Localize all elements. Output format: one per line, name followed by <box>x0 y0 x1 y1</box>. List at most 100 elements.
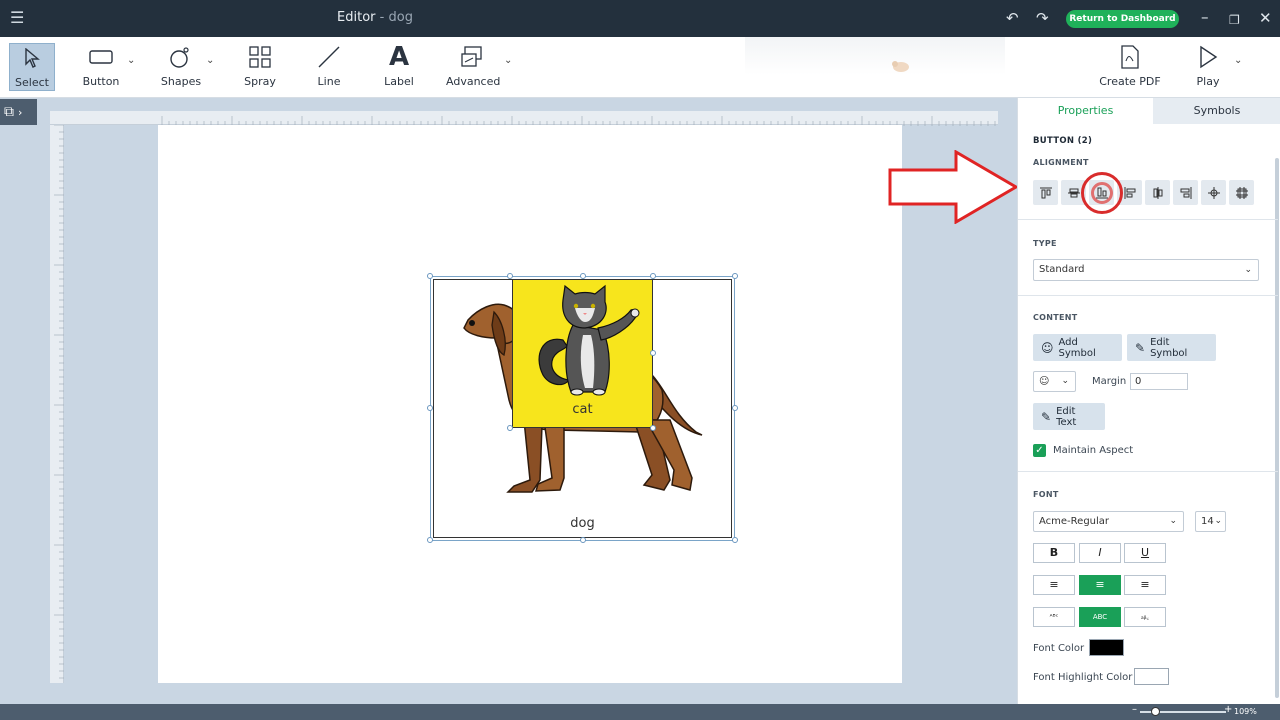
resize-handle-tl[interactable] <box>427 273 433 279</box>
undo-icon[interactable]: ↶ <box>1006 8 1019 28</box>
zoom-slider-knob[interactable] <box>1151 707 1160 716</box>
selection-heading: BUTTON (2) <box>1033 136 1093 146</box>
label-tool[interactable]: A Label <box>376 42 422 91</box>
zoom-out-icon[interactable]: – <box>1132 704 1137 715</box>
resize-handle-r[interactable] <box>732 405 738 411</box>
chevron-down-icon: ⌄ <box>1169 516 1177 526</box>
spray-tool-label: Spray <box>244 75 276 88</box>
content-heading: CONTENT <box>1033 313 1078 322</box>
resize-handle-t[interactable] <box>580 273 586 279</box>
font-family-value: Acme-Regular <box>1039 516 1110 527</box>
add-symbol-button[interactable]: ☺ Add Symbol <box>1033 334 1122 361</box>
font-color-swatch[interactable] <box>1089 639 1124 656</box>
button-chevron-down-icon[interactable]: ⌄ <box>127 55 135 66</box>
zoom-in-icon[interactable]: + <box>1224 704 1232 715</box>
resize-handle-bl[interactable] <box>427 537 433 543</box>
font-family-select[interactable]: Acme-Regular ⌄ <box>1033 511 1184 532</box>
font-highlight-color-label: Font Highlight Color <box>1033 672 1133 683</box>
font-highlight-swatch[interactable] <box>1134 668 1169 685</box>
line-tool[interactable]: Line <box>306 43 352 91</box>
resize-handle-l[interactable] <box>427 405 433 411</box>
cat-handle-tl[interactable] <box>507 273 513 279</box>
text-align-right-icon[interactable]: ≡ <box>1124 575 1166 595</box>
vertical-ruler <box>50 124 64 683</box>
properties-panel: Properties Symbols BUTTON (2) ALIGNMENT … <box>1017 98 1280 704</box>
text-valign-bottom-icon[interactable]: ₐᵦ꜀ <box>1124 607 1166 627</box>
text-valign-top-icon[interactable]: ᴬᴮᶜ <box>1033 607 1075 627</box>
button-tool-label: Button <box>82 75 120 88</box>
cat-handle-tr[interactable] <box>650 273 656 279</box>
alignment-buttons <box>1033 180 1257 205</box>
chevron-right-icon: › <box>18 106 23 119</box>
align-center-icon[interactable] <box>1145 180 1170 205</box>
align-right-icon[interactable] <box>1173 180 1198 205</box>
margin-input[interactable]: 0 <box>1130 373 1188 390</box>
grid-icon <box>237 43 283 71</box>
line-icon <box>306 43 352 71</box>
fit-to-page-icon[interactable] <box>1229 180 1254 205</box>
shapes-icon <box>158 43 204 71</box>
bold-button[interactable]: B <box>1033 543 1075 563</box>
tab-properties[interactable]: Properties <box>1018 98 1153 124</box>
font-size-value: 14 <box>1201 516 1214 527</box>
align-top-icon[interactable] <box>1033 180 1058 205</box>
pages-icon: ⧉ <box>4 104 14 120</box>
thumbnail-image <box>888 55 912 79</box>
cat-handle-br[interactable] <box>650 425 656 431</box>
text-align-center-icon[interactable]: ≡ <box>1079 575 1121 595</box>
spray-tool[interactable]: Spray <box>237 43 283 91</box>
create-pdf-label: Create PDF <box>1099 75 1161 88</box>
panel-scrollbar[interactable] <box>1275 158 1279 698</box>
symbol-position-select[interactable]: ☺ ⌄ <box>1033 371 1076 392</box>
horizontal-ruler <box>50 111 998 126</box>
label-tool-label: Label <box>384 75 414 88</box>
line-tool-label: Line <box>317 75 341 88</box>
divider <box>1018 471 1278 472</box>
text-align-left-icon[interactable]: ≡ <box>1033 575 1075 595</box>
maintain-aspect-checkbox[interactable]: ✓ <box>1033 444 1046 457</box>
type-heading: TYPE <box>1033 239 1057 248</box>
chevron-down-icon: ⌄ <box>1061 376 1069 386</box>
pages-panel-toggle[interactable]: ⧉ › <box>0 99 37 125</box>
advanced-tool[interactable]: Advanced <box>446 43 500 91</box>
type-select-value: Standard <box>1039 264 1085 275</box>
tab-symbols[interactable]: Symbols <box>1153 98 1280 124</box>
resize-handle-br[interactable] <box>732 537 738 543</box>
edit-symbol-button[interactable]: ✎ Edit Symbol <box>1127 334 1216 361</box>
redo-icon[interactable]: ↷ <box>1036 8 1049 28</box>
minimize-icon[interactable]: – <box>1201 7 1209 27</box>
cat-handle-bl[interactable] <box>507 425 513 431</box>
resize-handle-b[interactable] <box>580 537 586 543</box>
button-tool[interactable]: Button <box>78 43 124 91</box>
italic-button[interactable]: I <box>1079 543 1121 563</box>
edit-text-label: Edit Text <box>1056 405 1077 428</box>
shapes-tool[interactable]: Shapes <box>158 43 204 91</box>
font-size-select[interactable]: 14 ⌄ <box>1195 511 1226 532</box>
maintain-aspect-label: Maintain Aspect <box>1053 445 1134 456</box>
red-arrow-annotation <box>888 150 1019 224</box>
play-chevron-down-icon[interactable]: ⌄ <box>1234 55 1242 66</box>
toolbar-shadow <box>745 37 1005 75</box>
select-tool[interactable]: Select <box>9 43 55 91</box>
panel-tabs: Properties Symbols <box>1018 98 1280 124</box>
text-a-icon: A <box>388 42 410 72</box>
cat-symbol-button[interactable]: cat <box>512 279 653 428</box>
play-button[interactable]: Play <box>1186 43 1230 91</box>
resize-handle-tr[interactable] <box>732 273 738 279</box>
cat-handle-r[interactable] <box>650 350 656 356</box>
text-valign-middle-icon[interactable]: ABC <box>1079 607 1121 627</box>
title-bar: ☰ Editor - dog ↶ ↷ Return to Dashboard –… <box>0 0 1280 37</box>
center-on-page-icon[interactable] <box>1201 180 1226 205</box>
pdf-icon <box>1098 43 1162 71</box>
edit-text-button[interactable]: ✎ Edit Text <box>1033 403 1105 430</box>
cursor-icon <box>10 44 54 72</box>
click-target-indicator <box>1081 172 1123 214</box>
close-icon[interactable]: ✕ <box>1259 8 1272 28</box>
underline-button[interactable]: U <box>1124 543 1166 563</box>
return-to-dashboard-button[interactable]: Return to Dashboard <box>1066 10 1179 28</box>
create-pdf-button[interactable]: Create PDF <box>1098 43 1162 91</box>
type-select[interactable]: Standard ⌄ <box>1033 259 1259 281</box>
shapes-chevron-down-icon[interactable]: ⌄ <box>206 55 214 66</box>
advanced-chevron-down-icon[interactable]: ⌄ <box>504 55 512 66</box>
restore-icon[interactable]: ❐ <box>1229 10 1240 30</box>
